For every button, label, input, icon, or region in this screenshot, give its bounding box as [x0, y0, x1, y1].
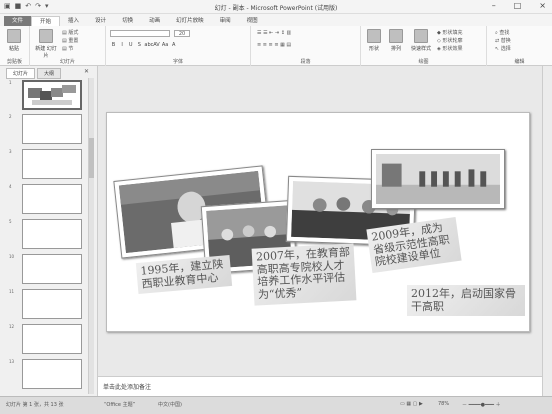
align-buttons[interactable]: ≡ ≡ ≡ ≡ ▦ ▤	[257, 42, 291, 48]
caption-1995[interactable]: 1995年，建立陕西职业教育中心	[135, 254, 233, 295]
photo-image	[376, 154, 500, 204]
italic-button[interactable]: I	[119, 42, 126, 48]
shape-fill-button[interactable]: ◆ 形状填充	[437, 29, 462, 36]
shapes-icon	[367, 29, 381, 43]
zoom-slider[interactable]: － ━━━━●━━━ ＋	[462, 401, 501, 408]
list-buttons[interactable]: ☰ ☰ ⇤ ⇥ ↕ ▥	[257, 30, 291, 36]
view-buttons[interactable]: ▭ ▦ ▢ ▶	[400, 401, 423, 407]
group-label: 剪贴板	[6, 59, 22, 65]
maximize-button[interactable]: □	[514, 1, 522, 10]
select-button[interactable]: ↖ 选择	[495, 45, 511, 52]
slide-canvas[interactable]: 1995年，建立陕西职业教育中心 2007年，在教育部高职高专院校人才培养工作水…	[106, 112, 530, 332]
caption-2007[interactable]: 2007年，在教育部高职高专院校人才培养工作水平评估为“优秀”	[251, 243, 357, 306]
tab-transitions[interactable]: 切换	[114, 16, 141, 26]
slide-thumbnail[interactable]	[22, 289, 82, 319]
panel-scrollbar[interactable]	[88, 78, 94, 394]
notes-placeholder: 单击此处添加备注	[103, 384, 152, 391]
tab-slides-panel[interactable]: 幻灯片	[6, 68, 36, 79]
tab-insert[interactable]: 插入	[60, 16, 87, 26]
ribbon-tabs: 文件 开始 插入 设计 切换 动画 幻灯片放映 审阅 视图	[0, 14, 552, 26]
ribbon: 粘贴 剪贴板 新建 幻灯片 ▤ 版式 ▤ 重置 ▤ 节 幻灯片 20 B I U…	[0, 26, 552, 66]
tab-view[interactable]: 视图	[239, 16, 266, 26]
slide-thumbnail[interactable]	[22, 114, 82, 144]
find-button[interactable]: ⌕ 查找	[495, 29, 509, 36]
strikethrough-button[interactable]: abc	[144, 42, 153, 48]
status-bar: 幻灯片 第 1 张，共 13 张 “Office 主题” 中文(中国) ▭ ▦ …	[0, 396, 552, 414]
thumbnail-preview	[28, 85, 76, 105]
font-size-select[interactable]: 20	[174, 30, 190, 37]
tab-animations[interactable]: 动画	[141, 16, 168, 26]
slide-thumbnail[interactable]	[22, 254, 82, 284]
group-font: 20 B I U S abc AV Aa A 字体	[106, 26, 251, 66]
slide-thumbnail-selected[interactable]	[22, 80, 82, 110]
section-button[interactable]: ▤ 节	[62, 45, 73, 52]
font-format-row: B I U S abc AV Aa A	[110, 42, 177, 48]
quick-styles-button[interactable]: 快速样式	[409, 29, 433, 52]
tab-file[interactable]: 文件	[4, 16, 32, 26]
zoom-level[interactable]: 78%	[438, 401, 449, 407]
replace-button[interactable]: ⇄ 替换	[495, 37, 511, 44]
shape-outline-button[interactable]: ◇ 形状轮廓	[437, 37, 462, 44]
group-editing: ⌕ 查找 ⇄ 替换 ↖ 选择 编辑	[495, 29, 525, 65]
bold-button[interactable]: B	[110, 42, 117, 48]
slide-thumbnail[interactable]	[22, 149, 82, 179]
new-slide-button[interactable]: 新建 幻灯片	[33, 29, 59, 59]
layout-button[interactable]: ▤ 版式	[62, 29, 78, 36]
window-title: 幻灯 - 副本 - Microsoft PowerPoint (试用版)	[214, 5, 338, 12]
spacing-button[interactable]: AV	[153, 42, 160, 48]
paste-icon	[7, 29, 21, 43]
shadow-button[interactable]: S	[136, 42, 143, 48]
quick-styles-icon	[414, 29, 428, 43]
shape-effects-button[interactable]: ◈ 形状效果	[437, 45, 462, 52]
minimize-button[interactable]: –	[492, 1, 496, 10]
slide-thumbnail[interactable]	[22, 219, 82, 249]
tab-review[interactable]: 审阅	[212, 16, 239, 26]
slide-number: 1	[9, 80, 12, 85]
shapes-button[interactable]: 形状	[365, 29, 383, 52]
new-slide-icon	[39, 29, 53, 43]
group-slides: 新建 幻灯片 ▤ 版式 ▤ 重置 ▤ 节 幻灯片	[30, 26, 106, 66]
change-case-button[interactable]: Aa	[162, 42, 169, 48]
slide-panel: 幻灯片 大纲 ✕ 1 2 3 4 5 10 11 12 13	[0, 66, 98, 396]
font-color-button[interactable]: A	[170, 42, 177, 48]
title-bar: ▣ ■ ↶ ↷ ▾ 幻灯 - 副本 - Microsoft PowerPoint…	[0, 0, 552, 14]
theme-name[interactable]: “Office 主题”	[104, 401, 135, 408]
group-clipboard: 粘贴 剪贴板	[0, 26, 30, 66]
font-name-select[interactable]	[110, 30, 170, 39]
group-drawing: 形状 排列 快速样式 ◆ 形状填充 ◇ 形状轮廓 ◈ 形状效果 绘图	[361, 26, 487, 66]
close-icon[interactable]: ✕	[84, 68, 89, 75]
main-scrollbar[interactable]	[542, 66, 552, 396]
slide-count: 幻灯片 第 1 张，共 13 张	[6, 402, 64, 408]
tab-home[interactable]: 开始	[31, 16, 61, 26]
caption-2012[interactable]: 2012年，启动国家骨干高职	[407, 285, 525, 317]
tab-slideshow[interactable]: 幻灯片放映	[168, 16, 212, 26]
photo-2012[interactable]	[371, 149, 505, 209]
arrange-icon	[389, 29, 403, 43]
language-indicator[interactable]: 中文(中国)	[158, 401, 182, 408]
tab-outline-panel[interactable]: 大纲	[37, 68, 62, 79]
slide-thumbnail[interactable]	[22, 184, 82, 214]
group-paragraph: ☰ ☰ ⇤ ⇥ ↕ ▥ ≡ ≡ ≡ ≡ ▦ ▤ 段落	[251, 26, 361, 66]
slide-thumbnail[interactable]	[22, 359, 82, 389]
arrange-button[interactable]: 排列	[387, 29, 405, 52]
slide-thumbnail[interactable]	[22, 324, 82, 354]
underline-button[interactable]: U	[127, 42, 134, 48]
close-button[interactable]: ×	[539, 1, 546, 10]
tab-design[interactable]: 设计	[87, 16, 114, 26]
notes-pane[interactable]: 单击此处添加备注	[98, 376, 542, 396]
reset-button[interactable]: ▤ 重置	[62, 37, 78, 44]
paste-button[interactable]: 粘贴	[5, 29, 23, 52]
